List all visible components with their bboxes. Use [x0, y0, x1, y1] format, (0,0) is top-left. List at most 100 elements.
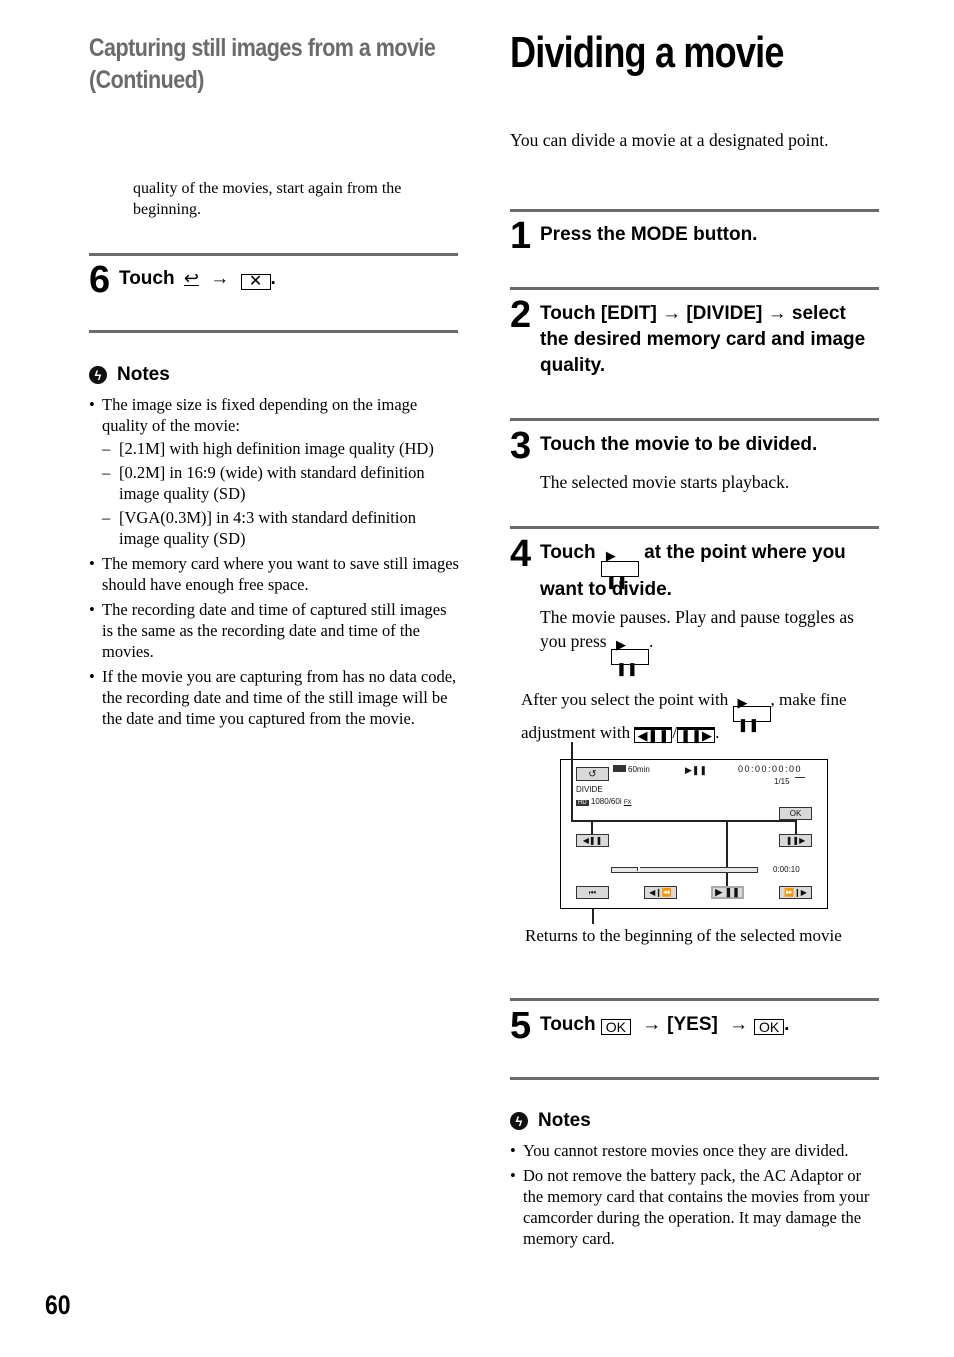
step-text: Touch [540, 1014, 596, 1035]
notes-heading-label: Notes [538, 1110, 591, 1131]
divider [510, 526, 879, 529]
period: . [784, 1014, 790, 1035]
note-item: The image size is fixed depending on the… [89, 394, 459, 549]
quality-value: 1080/60i [590, 797, 622, 806]
play-pause-button-icon: ▶ ❚❚ [732, 695, 771, 732]
return-icon: ↩ [183, 268, 199, 288]
step-1: 1 Press the MODE button. [510, 215, 879, 257]
callout-line [795, 820, 797, 834]
quality-mode: FX [623, 800, 632, 806]
note-sublist: [2.1M] with high definition image qualit… [102, 438, 459, 549]
callout-line [571, 820, 796, 822]
notes-heading: ϟ Notes [510, 1110, 880, 1132]
note-item: The memory card where you want to save s… [89, 553, 459, 595]
step-number: 1 [510, 215, 532, 257]
step-instruction: Touch ▶ ❚❚ at the point where you want t… [540, 536, 879, 603]
step-6: 6 Touch ↩ → ✕. [89, 259, 458, 301]
camcorder-screen-diagram: ↺ 60min ▶❚❚ 00:00:00:00 1/15 DIVIDE HD 1… [560, 758, 828, 909]
step-text: Touch [540, 542, 596, 563]
screen-back-button[interactable]: ↺ [576, 767, 609, 781]
timecode: 00:00:00:00 [738, 764, 803, 774]
note-item: The recording date and time of captured … [89, 599, 459, 662]
mode-label: DIVIDE [576, 785, 603, 794]
memory-card-icon [794, 777, 805, 784]
step-number: 2 [510, 294, 532, 336]
period: . [648, 631, 654, 651]
screen-frame-forward-button[interactable]: ❚❚▶ [779, 834, 812, 847]
step-4: 4 Touch ▶ ❚❚ at the point where you want… [510, 533, 879, 603]
note-item: If the movie you are capturing from has … [89, 666, 459, 729]
screen-rewind-button[interactable]: ◀❙⏪ [644, 886, 677, 899]
step-instruction: Touch OK → [YES] → OK. [540, 1008, 789, 1038]
page-number: 60 [45, 1290, 71, 1320]
frame-forward-button-icon: ❚❚▶ [677, 727, 716, 743]
period: . [270, 268, 276, 289]
elapsed-time: 0:00:10 [773, 865, 800, 874]
divider [510, 1077, 879, 1080]
screen-frame-back-button[interactable]: ◀❚❚ [576, 834, 609, 847]
note-text: The image size is fixed depending on the… [102, 395, 418, 435]
notes-icon: ϟ [89, 366, 107, 384]
play-pause-button-icon: ▶ ❚❚ [600, 548, 639, 589]
notes-icon: ϟ [510, 1112, 528, 1130]
step-5: 5 Touch OK → [YES] → OK. [510, 1005, 879, 1047]
counter: 1/15 [774, 777, 805, 786]
hd-badge-icon: HD [576, 800, 589, 806]
note-item: Do not remove the battery pack, the AC A… [510, 1165, 880, 1249]
notes-list: The image size is fixed depending on the… [89, 394, 459, 729]
note-subitem: [VGA(0.3M)] in 4:3 with standard definit… [102, 507, 459, 549]
frame-back-button-icon: ◀❚❚ [634, 727, 673, 743]
callout-line [571, 758, 573, 820]
step-3: 3 Touch the movie to be divided. [510, 425, 879, 467]
notes-section-right: ϟ Notes You cannot restore movies once t… [510, 1110, 880, 1253]
notes-heading: ϟ Notes [89, 364, 459, 386]
step-instruction: Touch ↩ → ✕. [119, 262, 276, 292]
divider [510, 998, 879, 1001]
arrow-icon: → [642, 1014, 662, 1035]
step-number: 6 [89, 259, 111, 301]
callout-line [591, 820, 593, 834]
step-number: 4 [510, 533, 532, 575]
quality-indicator: HD 1080/60i FX [576, 797, 632, 806]
step-text: Touch [119, 268, 175, 289]
page-title: Dividing a movie [510, 28, 784, 77]
close-button-icon: ✕ [240, 273, 271, 290]
divider [89, 330, 458, 333]
play-status-icon: ▶❚❚ [685, 765, 708, 775]
counter-value: 1/15 [774, 777, 790, 786]
battery-icon [613, 765, 626, 772]
battery-indicator: 60min [613, 765, 650, 774]
intro-text: You can divide a movie at a designated p… [510, 130, 829, 150]
arrow-icon: → [210, 268, 230, 289]
divider [510, 209, 879, 212]
notes-heading-label: Notes [117, 364, 170, 385]
step-3-detail: The selected movie starts playback. [540, 472, 790, 492]
play-pause-button-icon: ▶ ❚❚ [610, 637, 649, 676]
step-instruction: Touch [EDIT] → [DIVIDE] → select the des… [540, 303, 866, 376]
step-instruction: Touch the movie to be divided. [540, 434, 818, 455]
screen-forward-button[interactable]: ⏩❙▶ [779, 886, 812, 899]
ok-button-icon: OK [754, 1019, 785, 1035]
continued-section-title: Capturing still images from a movie (Con… [89, 34, 436, 94]
callout-line [726, 820, 728, 886]
screen-to-start-button[interactable]: ⏮ [576, 886, 609, 899]
note-subitem: [0.2M] in 16:9 (wide) with standard defi… [102, 462, 459, 504]
detail-text: The movie pauses. Play and pause toggles… [540, 607, 854, 651]
screen-ok-button[interactable]: OK [779, 807, 812, 820]
notes-section-left: ϟ Notes The image size is fixed dependin… [89, 364, 459, 733]
arrow-icon: → [729, 1014, 749, 1035]
step-4-detail: The movie pauses. Play and pause toggles… [540, 605, 860, 676]
step-2: 2 Touch [EDIT] → [DIVIDE] → select the d… [510, 294, 879, 379]
note-subitem: [2.1M] with high definition image qualit… [102, 438, 459, 459]
step-number: 3 [510, 425, 532, 467]
playback-progress-bar[interactable] [611, 867, 758, 873]
yes-label: [YES] [667, 1014, 718, 1035]
divider [510, 287, 879, 290]
period: . [715, 723, 720, 742]
progress-marker [636, 867, 640, 871]
screen-caption: Returns to the beginning of the selected… [525, 926, 842, 945]
note-item: You cannot restore movies once they are … [510, 1140, 880, 1161]
step-number: 5 [510, 1005, 532, 1047]
hint-text: After you select the point with [521, 690, 729, 709]
screen-play-pause-button[interactable]: ▶ ❚❚ [711, 886, 744, 899]
